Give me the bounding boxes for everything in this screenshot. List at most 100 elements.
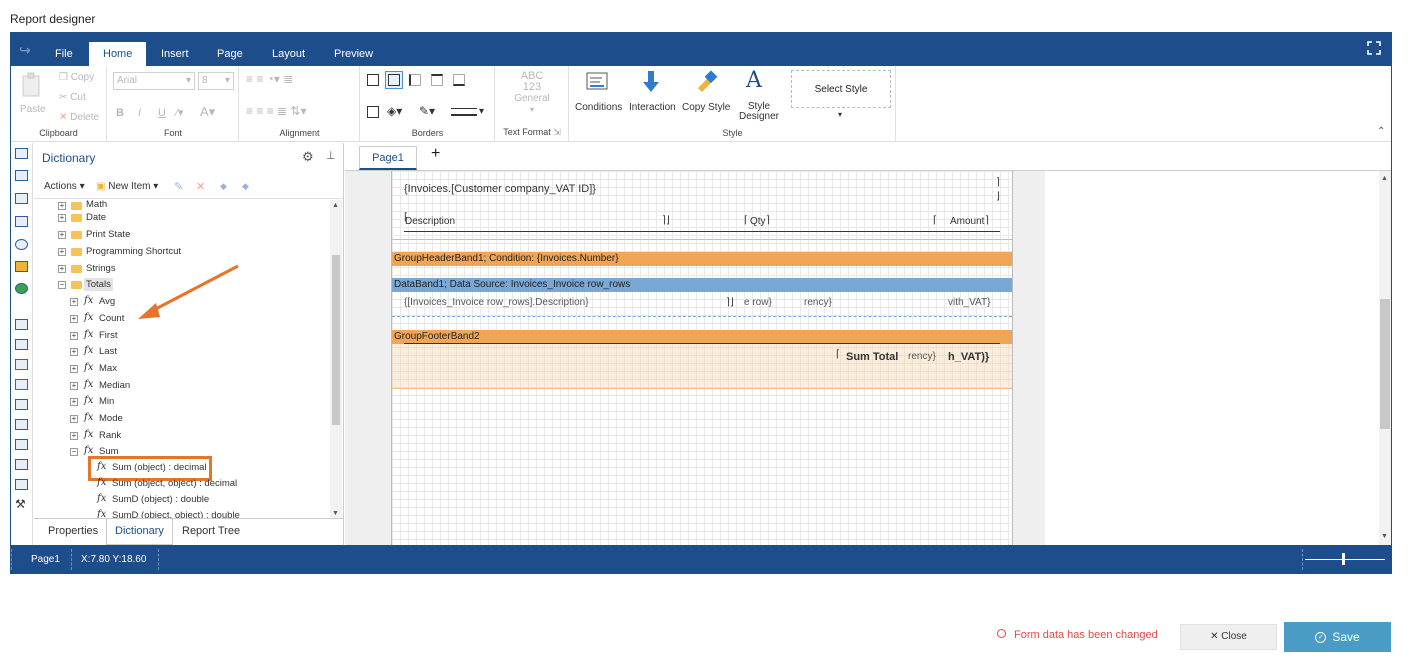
tab-home[interactable]: Home: [89, 42, 147, 66]
tree-expander[interactable]: +: [70, 415, 78, 423]
paste-icon[interactable]: [21, 72, 43, 98]
table-icon[interactable]: [15, 216, 28, 227]
copy-style-button[interactable]: Copy Style: [682, 102, 730, 113]
cross-band-icon[interactable]: [15, 170, 28, 181]
fill-color-icon[interactable]: ◈▾: [387, 104, 402, 118]
scroll-up-icon[interactable]: ▲: [332, 202, 339, 209]
save-button[interactable]: ✓ Save: [1284, 622, 1391, 652]
cut-button[interactable]: ✂ Cut: [59, 92, 86, 103]
tree-expander[interactable]: +: [58, 265, 66, 273]
copy-style-icon[interactable]: [694, 70, 718, 94]
rectangle-icon[interactable]: [15, 419, 28, 430]
border-none-icon[interactable]: [385, 71, 403, 89]
report-page[interactable]: {Invoices.[Customer company_VAT ID]} ⌉ ⌋…: [391, 171, 1013, 545]
border-all-icon[interactable]: [367, 74, 379, 86]
border-right-icon[interactable]: [431, 74, 443, 86]
border-left-icon[interactable]: [409, 74, 421, 86]
header-amount[interactable]: Amount: [950, 216, 984, 227]
image-icon[interactable]: [15, 479, 28, 490]
text-format-preview[interactable]: ABC 123 General ▾: [510, 71, 554, 115]
tree-item-print-state[interactable]: Print State: [86, 229, 130, 240]
style-designer-icon[interactable]: A: [746, 68, 762, 93]
tree-item-date[interactable]: Date: [86, 212, 106, 223]
tree-item-programming-shortcut[interactable]: Programming Shortcut: [86, 246, 181, 257]
tree-expander[interactable]: +: [70, 298, 78, 306]
tab-report-tree[interactable]: Report Tree: [174, 519, 248, 545]
conditions-button[interactable]: Conditions: [575, 102, 622, 113]
footer-vat-field[interactable]: h_VAT)}: [948, 351, 989, 363]
group-footer-band[interactable]: GroupFooterBand2: [392, 330, 1012, 344]
dictionary-scrollbar[interactable]: ▲ ▼: [330, 200, 342, 520]
tree-item-sumd-object-double[interactable]: SumD (object) : double: [112, 494, 209, 505]
panel-icon[interactable]: [15, 399, 28, 410]
tree-item-math[interactable]: Math: [86, 199, 107, 207]
tree-expander[interactable]: +: [58, 231, 66, 239]
settings-gear-icon[interactable]: ⚙: [302, 149, 314, 165]
border-style-icon[interactable]: [451, 108, 477, 116]
tree-item-sum-object-object-decimal[interactable]: Sum (object, object) : decimal: [112, 478, 237, 489]
close-button[interactable]: ✕ Close: [1180, 624, 1277, 650]
underline-button[interactable]: U: [158, 107, 166, 119]
data-band[interactable]: DataBand1; Data Source: Invoices_Invoice…: [392, 278, 1012, 292]
data-vat-field[interactable]: vith_VAT}: [948, 297, 990, 308]
bold-button[interactable]: B: [116, 107, 124, 119]
align-top-icon[interactable]: ≡ ≡ ◔▾ ≣: [246, 72, 293, 86]
font-family-combo[interactable]: Arial ▾: [113, 72, 195, 90]
tree-item-first[interactable]: First: [99, 330, 117, 341]
scroll-down-icon[interactable]: ▼: [1381, 533, 1388, 540]
tree-expander[interactable]: −: [58, 281, 66, 289]
tree-item-strings[interactable]: Strings: [86, 263, 116, 274]
move-up-icon[interactable]: ◆: [220, 181, 227, 192]
design-scrollbar[interactable]: ▲ ▼: [1379, 171, 1391, 545]
tree-item-count[interactable]: Count: [99, 313, 124, 324]
highlight-color-icon[interactable]: ⁄▾: [176, 106, 183, 119]
data-description-field[interactable]: {[Invoices_Invoice row_rows].Description…: [404, 297, 589, 308]
tree-expander[interactable]: +: [70, 382, 78, 390]
image-icon[interactable]: [15, 359, 28, 370]
scroll-down-icon[interactable]: ▼: [332, 510, 339, 517]
actions-menu[interactable]: Actions ▾: [44, 181, 85, 192]
rich-text-icon[interactable]: [15, 339, 28, 350]
select-style-box[interactable]: Select Style: [791, 70, 891, 108]
tree-expander[interactable]: +: [70, 432, 78, 440]
new-item-menu[interactable]: ▣ New Item ▾: [96, 181, 158, 192]
container-icon[interactable]: [15, 439, 28, 450]
design-scroll-thumb[interactable]: [1380, 299, 1390, 429]
interaction-button[interactable]: Interaction: [629, 102, 676, 113]
scroll-up-icon[interactable]: ▲: [1381, 175, 1388, 182]
header-qty[interactable]: Qty: [750, 216, 766, 227]
group-header-band[interactable]: GroupHeaderBand1; Condition: {Invoices.N…: [392, 252, 1012, 266]
band-icon[interactable]: [15, 148, 28, 159]
border-color-icon[interactable]: ✎▾: [419, 104, 435, 118]
tree-expander[interactable]: +: [58, 202, 66, 210]
text-icon[interactable]: [15, 319, 28, 330]
copy-band-icon[interactable]: [15, 193, 28, 204]
tab-insert[interactable]: Insert: [147, 42, 203, 66]
copy-button[interactable]: ❐ Copy: [59, 72, 94, 83]
fullscreen-icon[interactable]: [1367, 41, 1381, 55]
dictionary-scroll-thumb[interactable]: [332, 255, 340, 425]
tree-expander[interactable]: +: [70, 365, 78, 373]
data-row-field[interactable]: e row}: [744, 297, 772, 308]
sum-total-field[interactable]: Sum Total: [846, 351, 898, 363]
map-icon[interactable]: [15, 283, 28, 294]
interaction-icon[interactable]: [642, 70, 660, 94]
chevron-down-icon[interactable]: ▾: [479, 106, 484, 117]
move-down-icon[interactable]: ◆: [242, 181, 249, 192]
font-color-icon[interactable]: A▾: [200, 104, 215, 120]
chevron-down-icon[interactable]: ▾: [838, 110, 842, 119]
tree-expander[interactable]: +: [70, 315, 78, 323]
tree-item-sumd-object-object-double[interactable]: SumD (object, object) : double: [112, 510, 240, 518]
tree-expander[interactable]: +: [58, 214, 66, 222]
tab-preview[interactable]: Preview: [320, 42, 387, 66]
chart-icon[interactable]: [15, 261, 28, 272]
customer-vat-field[interactable]: {Invoices.[Customer company_VAT ID]}: [404, 183, 596, 195]
tree-item-rank[interactable]: Rank: [99, 430, 121, 441]
delete-icon[interactable]: ✕: [196, 180, 205, 193]
tree-item-min[interactable]: Min: [99, 396, 114, 407]
edit-icon[interactable]: ✎: [174, 180, 183, 193]
font-size-combo[interactable]: 8 ▾: [198, 72, 234, 90]
tree-item-totals[interactable]: Totals: [84, 278, 113, 291]
pin-icon[interactable]: ⊥: [326, 149, 336, 162]
tab-page[interactable]: Page: [203, 42, 257, 66]
